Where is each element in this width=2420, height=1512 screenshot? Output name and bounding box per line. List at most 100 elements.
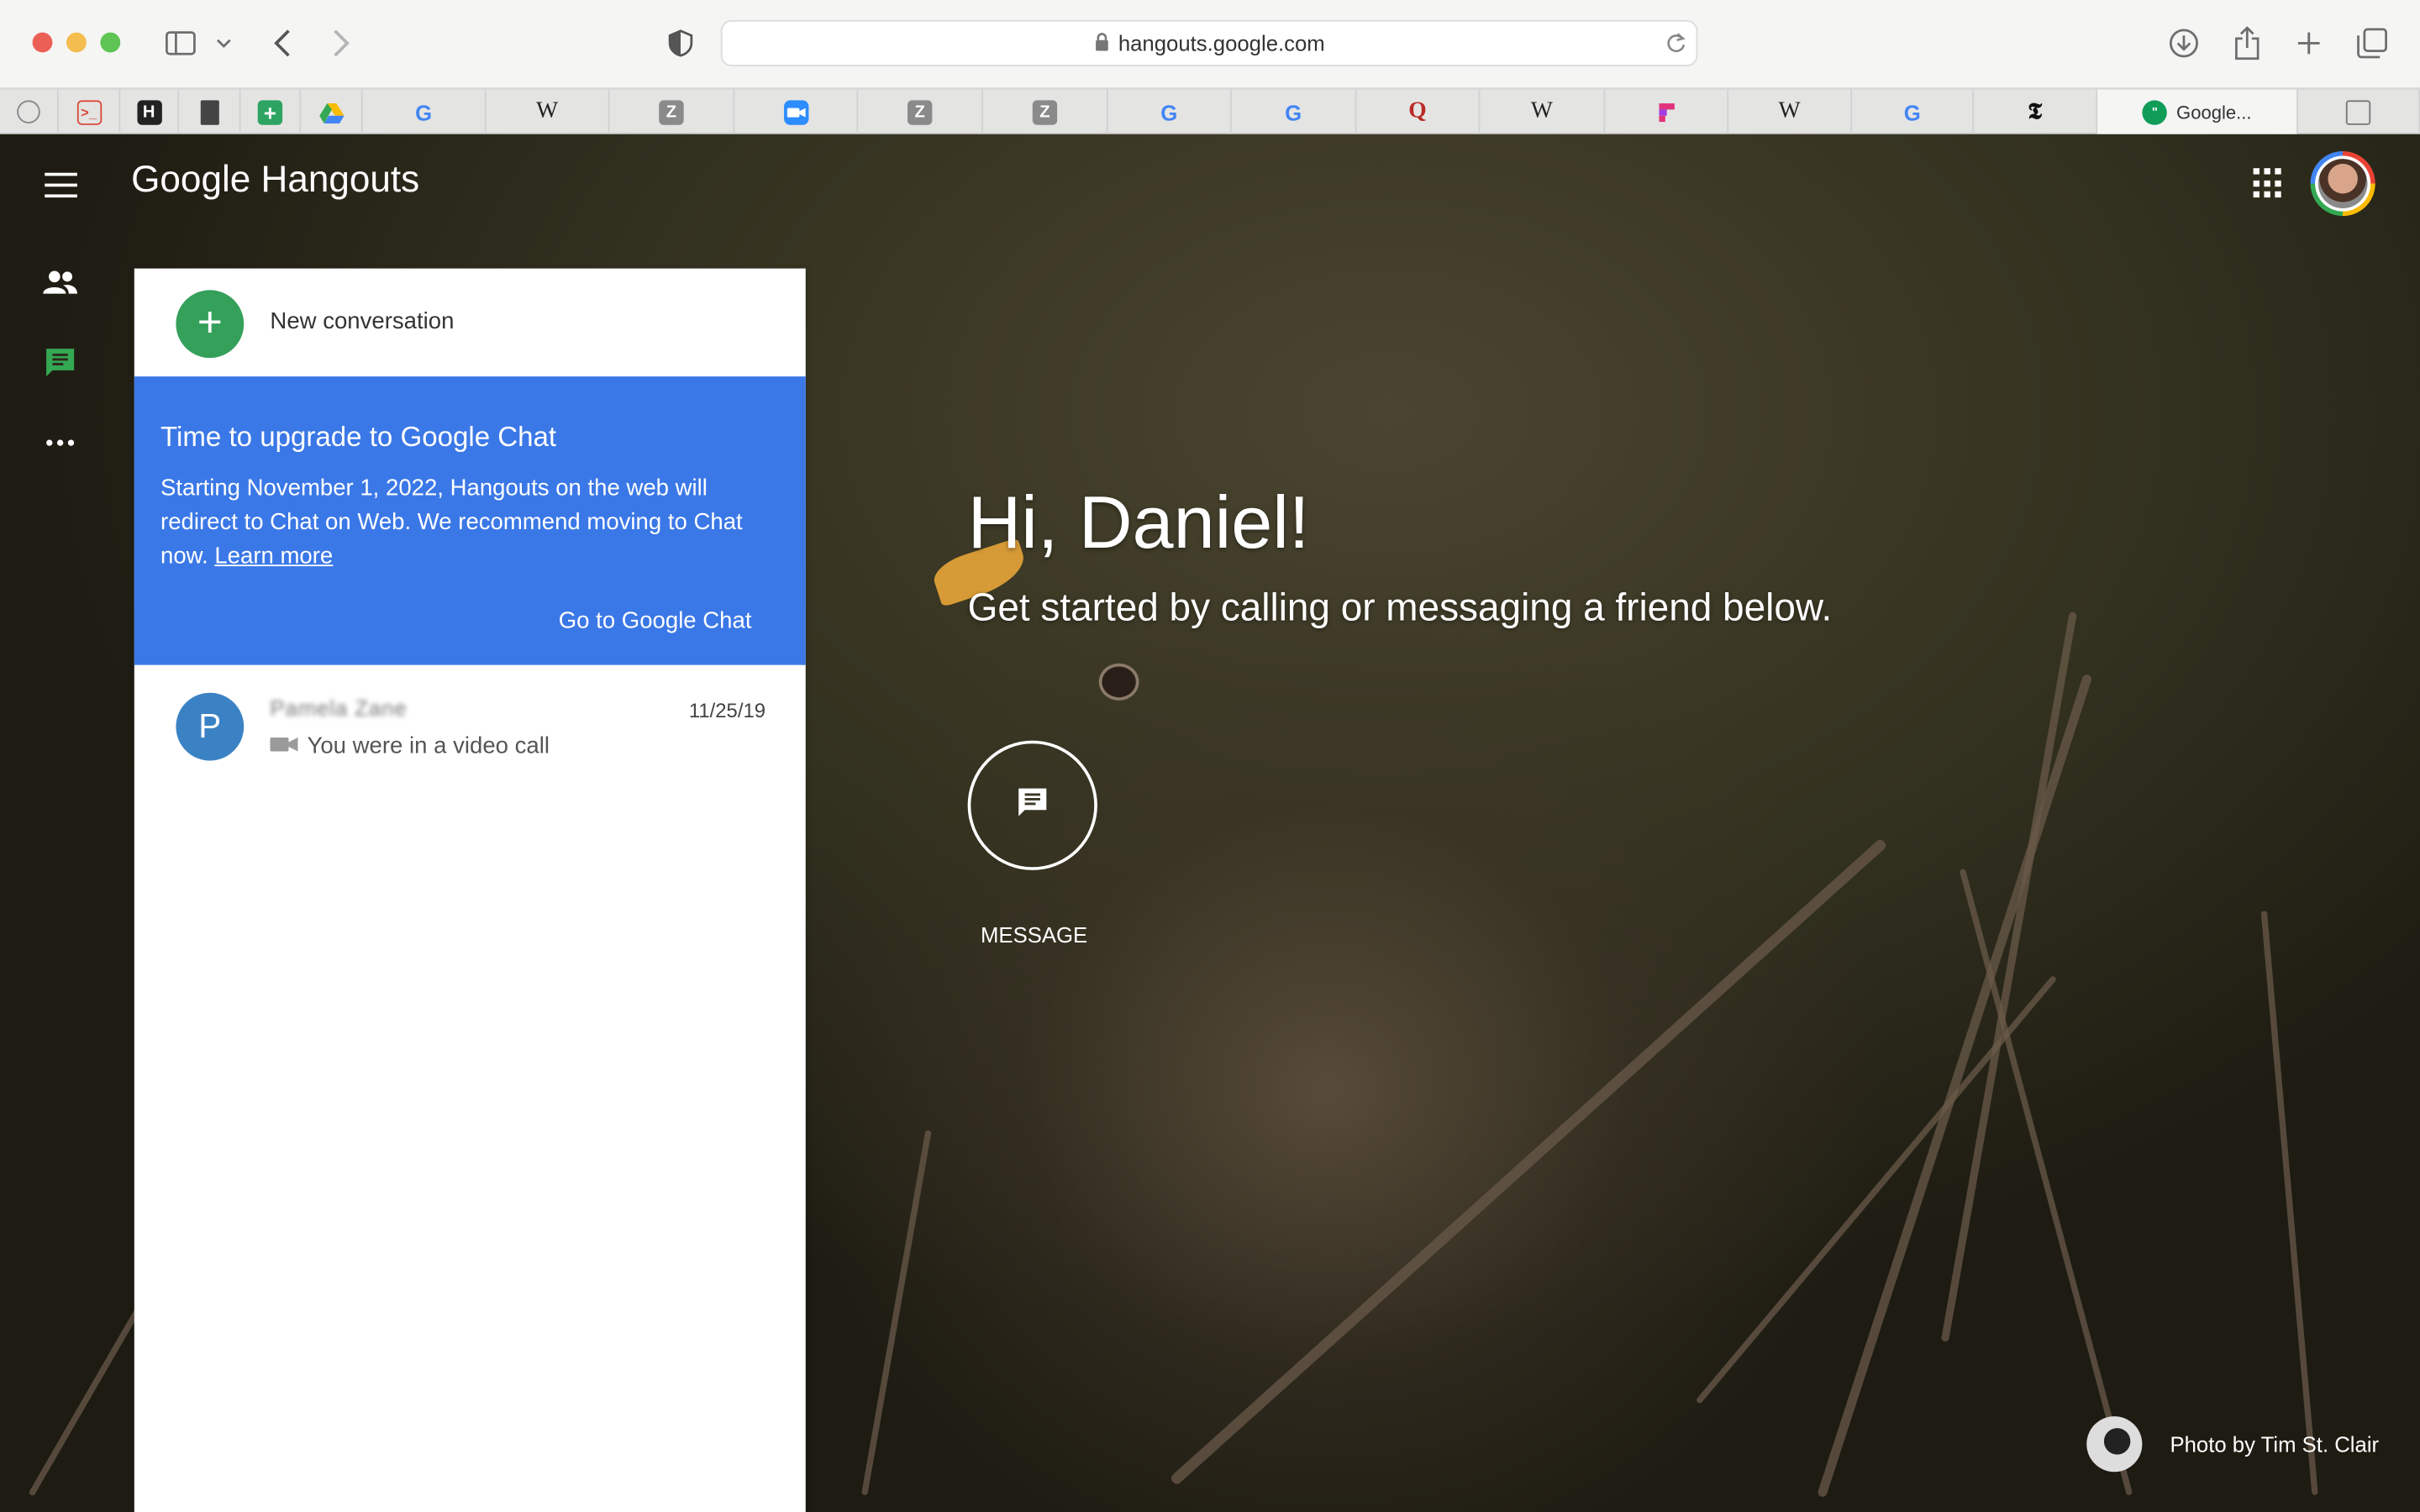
chevron-down-icon[interactable] [210,24,238,61]
tab-terminal[interactable]: >_ [59,89,121,134]
tab-zotero-2[interactable]: Z [858,89,983,134]
photographer-avatar [2086,1416,2143,1473]
tab-google-2[interactable]: G [1108,89,1232,134]
reload-icon[interactable] [1665,31,1687,60]
plus-icon: + [176,290,245,359]
conversation-preview: You were in a video call [270,732,550,759]
banner-title: Time to upgrade to Google Chat [160,421,557,453]
speech-bubble-icon [17,100,40,123]
zotero-z-icon: Z [1032,99,1058,124]
contact-name: Pamela Zane [270,696,408,721]
message-label[interactable]: MESSAGE [946,922,1122,947]
google-g-icon: G [1160,99,1178,124]
new-tab-plus-icon[interactable] [2291,24,2328,61]
logo-google-text: Google [131,159,251,201]
zoom-icon [783,99,808,124]
active-tab-title: Google... [2176,101,2252,123]
tab-quora[interactable]: Q [1356,89,1481,134]
branch-shape [1169,837,1888,1486]
tab-hackernews[interactable]: H [120,89,180,134]
sheets-icon: + [257,99,283,124]
tab-sheets[interactable]: + [241,89,302,134]
hangouts-page: Google Hangouts + New conversation Time … [0,134,2420,1512]
preview-text: You were in a video call [307,732,550,759]
wikipedia-w-icon: W [1530,98,1553,123]
greeting-subtitle: Get started by calling or messaging a fr… [967,585,1833,630]
wikipedia-w-icon: W [536,98,559,123]
sidebar-toggle-icon[interactable] [162,24,199,61]
main-menu-icon[interactable] [45,172,77,198]
nytimes-t-icon: 𝕿 [2028,99,2043,124]
tab-nytimes[interactable]: 𝕿 [1974,89,2098,134]
contacts-icon[interactable] [42,264,79,301]
photo-credit-text: Photo by Tim St. Clair [2170,1431,2380,1457]
google-g-icon: G [1903,99,1921,124]
downloads-icon[interactable] [2165,24,2202,61]
conversation-list-item[interactable]: P Pamela Zane 11/25/19 You were in a vid… [134,665,806,789]
learn-more-link[interactable]: Learn more [214,543,333,570]
tab-wikipedia-3[interactable]: W [1728,89,1853,134]
tab-messages[interactable] [0,89,59,134]
tab-docs[interactable] [179,89,241,134]
branch-shape [1959,868,2133,1496]
tab-google-4[interactable]: G [1852,89,1975,134]
conversations-icon[interactable] [42,344,79,381]
tab-overview-icon[interactable] [2354,24,2391,61]
go-to-google-chat-button[interactable]: Go to Google Chat [559,608,752,634]
forward-arrow-icon[interactable] [323,24,360,61]
minimize-window-button[interactable] [66,32,87,53]
logo-product-text: Hangouts [260,159,420,201]
quora-q-icon: Q [1408,98,1427,123]
new-conversation-label: New conversation [270,308,455,335]
google-g-icon: G [1285,99,1302,124]
tab-google-1[interactable]: G [363,89,487,134]
share-icon[interactable] [2228,24,2265,61]
apps-grid-icon[interactable] [2253,168,2285,199]
zoom-window-button[interactable] [100,32,121,53]
message-button[interactable] [967,740,1097,870]
browser-toolbar: hangouts.google.com [0,0,2420,88]
hackernews-h-icon: H [136,99,161,124]
contact-avatar: P [176,692,245,761]
lock-icon [1093,31,1108,55]
tab-wikipedia-2[interactable]: W [1480,89,1606,134]
branch-shape [1817,673,2093,1499]
blank-tab-icon [2345,99,2371,124]
tab-bar: >_ H + G W Z Z Z G G Q W W G 𝕿 " Google.… [0,87,2420,134]
new-conversation-button[interactable]: + New conversation [134,269,806,377]
conversation-date: 11/25/19 [688,699,766,722]
photo-credit[interactable]: Photo by Tim St. Clair [2086,1416,2380,1473]
address-bar[interactable]: hangouts.google.com [720,19,1698,66]
terminal-icon: >_ [76,99,102,124]
tab-zoom[interactable] [734,89,859,134]
hangouts-icon: " [2142,99,2168,124]
drive-icon [318,99,344,123]
zotero-z-icon: Z [907,99,933,124]
branch-shape [28,1306,142,1497]
tab-zotero-3[interactable]: Z [983,89,1108,134]
tab-drive[interactable] [301,89,363,134]
back-arrow-icon[interactable] [264,24,301,61]
tab-hangouts-active[interactable]: " Google... [2097,89,2298,134]
chat-bubble-icon [1016,785,1050,827]
banner-body: Starting November 1, 2022, Hangouts on t… [160,472,771,574]
tab-google-3[interactable]: G [1232,89,1357,134]
tab-blank[interactable] [2298,89,2420,134]
tab-zotero-1[interactable]: Z [610,89,735,134]
tab-figma[interactable] [1605,89,1729,134]
privacy-shield-icon[interactable] [662,24,699,61]
google-hangouts-logo[interactable]: Google Hangouts [131,159,419,202]
branch-shape [2260,911,2318,1496]
google-g-icon: G [415,99,433,124]
upgrade-banner: Time to upgrade to Google Chat Starting … [134,376,806,665]
figma-icon [1654,99,1678,123]
greeting-title: Hi, Daniel! [967,482,1310,565]
wikipedia-w-icon: W [1778,98,1801,123]
close-window-button[interactable] [32,32,53,53]
zotero-z-icon: Z [659,99,684,124]
more-options-icon[interactable] [42,424,79,461]
account-avatar[interactable] [2310,150,2375,217]
docs-icon [199,99,218,124]
tab-wikipedia-1[interactable]: W [487,89,610,134]
branch-shape [860,1130,932,1496]
